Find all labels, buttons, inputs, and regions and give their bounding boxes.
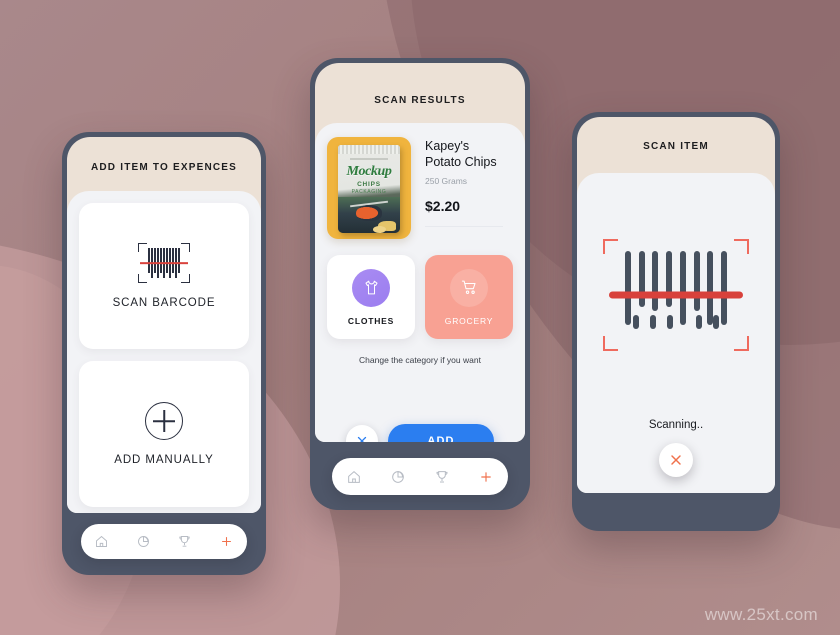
divider — [425, 226, 503, 228]
tshirt-icon — [352, 268, 390, 307]
scan-status-text: Scanning.. — [648, 419, 704, 431]
screen-scan-item: SCAN ITEM Scanning.. — [577, 117, 775, 493]
nav-item-statistics[interactable] — [390, 469, 406, 485]
plus-icon — [481, 471, 491, 482]
chips-bag-graphic: Mockup CHIPS PACKAGING — [338, 145, 400, 233]
nav-item-achievements[interactable] — [177, 534, 192, 549]
phone-mockup-scan-item: SCAN ITEM Scanning.. — [572, 112, 780, 531]
nav-item-add[interactable] — [478, 469, 494, 485]
bottom-navigation-bar — [81, 524, 247, 559]
product-name-line1: Kapey's — [425, 139, 470, 153]
scan-barcode-button[interactable]: SCAN BARCODE — [79, 203, 249, 349]
add-button[interactable]: ADD — [388, 424, 494, 442]
category-label-grocery: GROCERY — [444, 315, 494, 326]
barcode-scan-icon — [138, 243, 190, 283]
viewfinder-corner-bottom-right — [734, 336, 749, 351]
content-sheet: Scanning.. — [577, 173, 775, 493]
phone-mockup-add-item: ADD ITEM TO EXPENCES SCAN BARCODE ADD MA… — [62, 132, 266, 575]
viewfinder-corner-top-left — [603, 239, 618, 254]
product-name-line2: Potato Chips — [425, 154, 497, 169]
watermark: www.25xt.com — [704, 605, 818, 624]
viewfinder-corner-bottom-left — [603, 336, 618, 351]
nav-item-statistics[interactable] — [136, 534, 151, 549]
home-icon — [96, 535, 108, 547]
add-manually-button[interactable]: ADD MANUALLY — [79, 361, 249, 507]
pie-chart-icon — [137, 535, 149, 547]
laser-line — [609, 291, 743, 299]
category-hint-text: Change the category if you want — [359, 355, 481, 365]
content-sheet: SCAN BARCODE ADD MANUALLY — [67, 191, 261, 513]
product-details: Kapey's Potato Chips 250 Grams $2.20 — [425, 137, 513, 239]
category-card-clothes[interactable]: CLOTHES — [327, 255, 415, 339]
cancel-button[interactable] — [346, 425, 378, 442]
add-manually-label: ADD MANUALLY — [114, 454, 214, 466]
trophy-icon — [179, 536, 190, 547]
screen-add-item: ADD ITEM TO EXPENCES SCAN BARCODE ADD MA… — [67, 137, 261, 513]
category-selector: CLOTHES GROCERY — [325, 249, 515, 339]
nav-item-home[interactable] — [94, 534, 109, 549]
category-card-grocery[interactable]: GROCERY — [425, 255, 513, 339]
barcode-digits-graphic — [633, 315, 719, 329]
action-buttons: ADD — [315, 424, 525, 442]
category-label-clothes: CLOTHES — [347, 315, 395, 326]
product-weight: 250 Grams — [425, 176, 468, 187]
close-scanner-button[interactable] — [659, 443, 693, 477]
home-icon — [348, 470, 360, 483]
close-icon — [357, 436, 367, 442]
close-icon — [671, 455, 681, 465]
content-sheet: Mockup CHIPS PACKAGING Kapey's Potato Ch… — [315, 123, 525, 442]
nav-item-achievements[interactable] — [434, 469, 450, 485]
product-price: $2.20 — [425, 198, 461, 215]
plus-circle-icon — [145, 402, 183, 440]
scanner-viewfinder — [603, 239, 749, 351]
scan-barcode-label: SCAN BARCODE — [112, 297, 216, 309]
nav-item-home[interactable] — [346, 469, 362, 485]
trophy-icon — [436, 470, 448, 482]
page-title: SCAN RESULTS — [374, 95, 466, 106]
plus-icon — [221, 537, 231, 546]
screen-scan-results: SCAN RESULTS Mockup CHIPS PACKAGING Kape… — [315, 63, 525, 442]
viewfinder-corner-top-right — [734, 239, 749, 254]
shopping-cart-icon — [450, 268, 488, 307]
product-image: Mockup CHIPS PACKAGING — [327, 137, 411, 239]
page-title: SCAN ITEM — [643, 141, 709, 152]
phone-mockup-scan-results: SCAN RESULTS Mockup CHIPS PACKAGING Kape… — [310, 58, 530, 510]
page-title: ADD ITEM TO EXPENCES — [90, 162, 238, 173]
product-summary: Mockup CHIPS PACKAGING Kapey's Potato Ch… — [325, 133, 515, 249]
nav-item-add[interactable] — [219, 534, 234, 549]
bottom-navigation-bar — [332, 458, 508, 495]
pie-chart-icon — [392, 470, 404, 483]
